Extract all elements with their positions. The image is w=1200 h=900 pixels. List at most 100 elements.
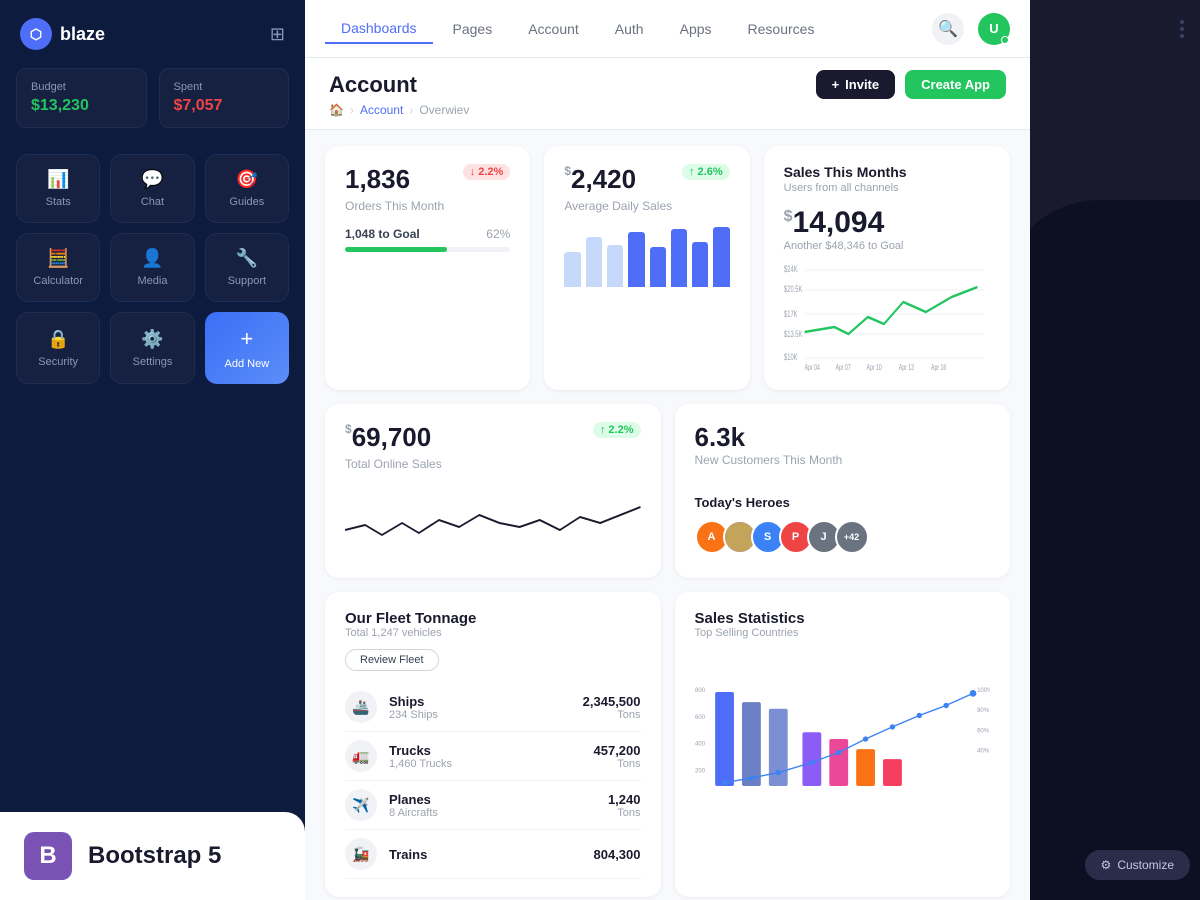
nav-dashboards[interactable]: Dashboards [325,14,433,44]
user-avatar[interactable]: U [978,13,1010,45]
online-sales-badge: ↑ 2.2% [593,422,641,438]
svg-text:40%: 40% [977,748,990,754]
sidebar-item-stats[interactable]: 📊 Stats [16,154,100,223]
sidebar-item-guides[interactable]: 🎯 Guides [205,154,289,223]
nav-auth[interactable]: Auth [599,15,660,43]
stats-icon: 📊 [47,169,69,190]
planes-value: 1,240 Tons [608,792,641,819]
svg-text:80%: 80% [977,708,990,714]
topnav-right: 🔍 U [932,13,1010,45]
calculator-label: Calculator [33,275,83,287]
orders-value: 1,836 [345,164,410,195]
third-row: Our Fleet Tonnage Total 1,247 vehicles R… [325,592,1010,897]
fleet-row-planes: ✈️ Planes 8 Aircrafts 1,240 Tons [345,781,641,830]
right-dots [1180,20,1184,38]
trains-info: Trains [389,847,582,862]
search-button[interactable]: 🔍 [932,13,964,45]
trucks-name: Trucks [389,743,582,758]
logo: ⬡ blaze [20,18,105,50]
settings-icon: ⚙️ [141,329,163,350]
daily-sales-badge: ↑ 2.6% [682,164,730,180]
sales-stats-chart: 800 600 400 200 [695,649,991,829]
orders-card: 1,836 ↓ 2.2% Orders This Month 1,048 to … [325,146,530,390]
svg-text:$24K: $24K [784,264,798,275]
trains-value: 804,300 [594,847,641,862]
security-label: Security [38,356,78,368]
breadcrumb-account[interactable]: Account [360,103,403,117]
sidebar-item-chat[interactable]: 💬 Chat [110,154,194,223]
svg-text:800: 800 [695,688,706,694]
bootstrap-text: Bootstrap 5 [88,842,221,870]
sidebar-item-calculator[interactable]: 🧮 Calculator [16,233,100,302]
support-icon: 🔧 [236,248,258,269]
orders-top: 1,836 ↓ 2.2% [345,164,510,195]
sidebar-item-security[interactable]: 🔒 Security [16,312,100,384]
svg-text:Apr 16: Apr 16 [931,364,946,372]
bar-6 [671,229,687,287]
planes-num: 1,240 [608,792,641,807]
page-actions: + Invite Create App [816,70,1006,99]
nav-resources[interactable]: Resources [732,15,831,43]
breadcrumb-home-icon: 🏠 [329,103,344,117]
review-fleet-button[interactable]: Review Fleet [345,649,439,671]
svg-text:$13.5K: $13.5K [784,329,802,340]
daily-sales-card: $2,420 ↑ 2.6% Average Daily Sales [544,146,749,390]
sidebar-item-media[interactable]: 👤 Media [110,233,194,302]
bar-8 [713,227,729,287]
sales-month-sub: Users from all channels [784,182,990,194]
trains-icon: 🚂 [345,838,377,870]
svg-text:$20.5K: $20.5K [784,284,802,295]
bootstrap-icon: B [24,832,72,880]
bar-3 [607,245,623,287]
new-customers-section: 6.3k New Customers This Month [695,422,843,481]
ships-info: Ships 234 Ships [389,694,571,721]
sales-stats-sub: Top Selling Countries [695,627,991,639]
guides-icon: 🎯 [236,169,258,190]
online-sales-value: $69,700 [345,422,431,453]
nav-account[interactable]: Account [512,15,595,43]
create-app-button[interactable]: Create App [905,70,1006,99]
sales-sub-text: Another $48,346 to Goal [784,240,990,252]
nav-apps[interactable]: Apps [664,15,728,43]
planes-count: 8 Aircrafts [389,807,596,819]
svg-text:60%: 60% [977,728,990,734]
page-title-row: Account + Invite Create App [329,70,1006,99]
invite-button[interactable]: + Invite [816,70,896,99]
support-label: Support [228,275,267,287]
sidebar-item-settings[interactable]: ⚙️ Settings [110,312,194,384]
svg-text:$17K: $17K [784,309,798,320]
budget-section: Budget $13,230 Spent $7,057 [0,68,305,144]
ships-unit: Tons [583,709,641,721]
dashboard-content: 1,836 ↓ 2.2% Orders This Month 1,048 to … [305,130,1030,900]
sidebar-item-add-new[interactable]: + Add New [205,312,289,384]
sidebar-item-support[interactable]: 🔧 Support [205,233,289,302]
bar-2 [586,237,602,287]
nav-pages[interactable]: Pages [437,15,509,43]
add-new-label: Add New [225,358,270,370]
mini-bar-chart [564,227,729,287]
topnav: Dashboards Pages Account Auth Apps Resou… [305,0,1030,58]
customers-value: 6.3k [695,422,843,453]
ships-name: Ships [389,694,571,709]
fleet-title: Our Fleet Tonnage [345,610,641,627]
progress-bar [345,247,510,252]
ships-icon: 🚢 [345,691,377,723]
planes-unit: Tons [608,807,641,819]
menu-icon[interactable]: ⊞ [270,24,285,45]
chat-icon: 💬 [141,169,163,190]
trucks-unit: Tons [594,758,641,770]
dark-blob [1030,200,1200,900]
sales-stats-title: Sales Statistics [695,610,991,627]
svg-text:Apr 10: Apr 10 [866,364,881,372]
trucks-count: 1,460 Trucks [389,758,582,770]
customize-button[interactable]: ⚙ Customize [1085,850,1190,880]
budget-label: Budget [31,81,132,93]
logo-text: blaze [60,24,105,45]
svg-text:600: 600 [695,715,706,721]
media-label: Media [138,275,168,287]
planes-icon: ✈️ [345,789,377,821]
topnav-links: Dashboards Pages Account Auth Apps Resou… [325,14,830,44]
fleet-row-trains: 🚂 Trains 804,300 [345,830,641,879]
trucks-icon: 🚛 [345,740,377,772]
trains-name: Trains [389,847,582,862]
